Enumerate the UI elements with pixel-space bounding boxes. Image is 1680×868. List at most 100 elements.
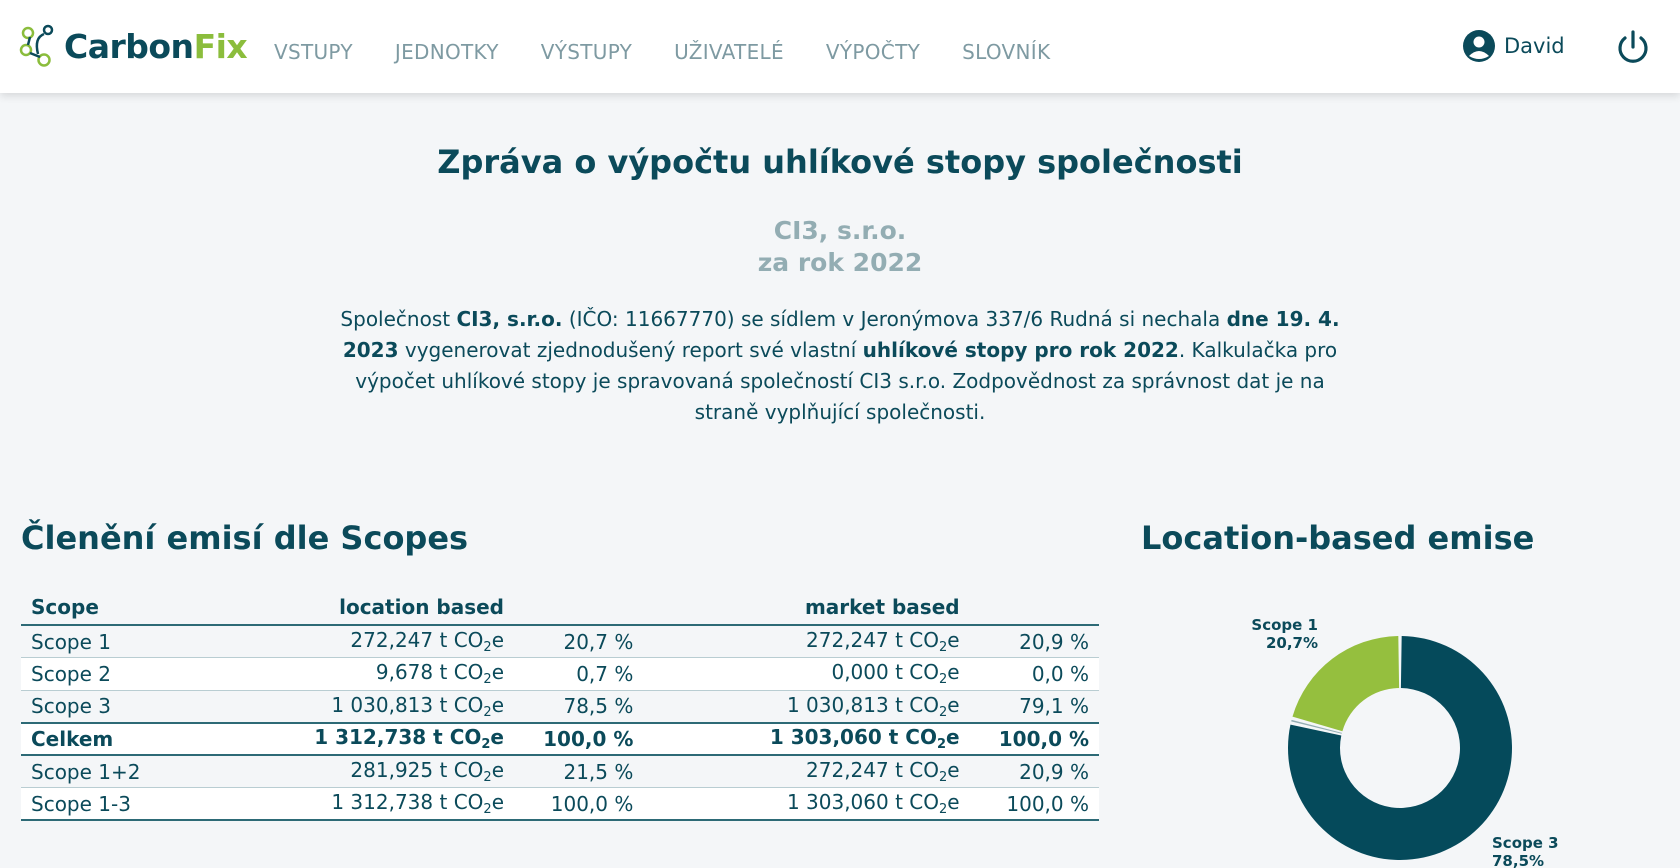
cell-location-value-value: 281,925 (350, 758, 434, 782)
brand-name: CarbonFix (64, 26, 248, 66)
cell-location-value: 281,925 t CO2e (199, 755, 514, 788)
unit-prefix: t CO (433, 660, 484, 685)
unit-suffix: e (947, 758, 960, 782)
table-row: Scope 2 9,678 t CO2e 0,7 % 0,000 t CO2e 0,0 … (21, 657, 1099, 691)
cell-market-value: 272,247 t CO2e (643, 625, 970, 658)
location-based-donut-chart: Scope 120,7% Scope 378,5% (1251, 616, 1559, 868)
unit-subscript: 2 (483, 672, 492, 688)
table-row: Scope 31 030,813 t CO2e 78,5 % 1 030,813 t… (21, 690, 1099, 723)
main-nav: VSTUPY JEDNOTKY VÝSTUPY UŽIVATELÉ VÝPOČT… (274, 40, 1092, 64)
scopes-section-title: Členění emisí dle Scopes (21, 519, 469, 557)
cell-market-value: 0,000 t CO2e (643, 657, 970, 691)
table-row: Scope 1 272,247 t CO2e 20,7 % 272,247 t CO2… (21, 625, 1099, 658)
unit-suffix: e (491, 790, 504, 814)
intro-footprint: uhlíkové stopy pro rok 2022 (862, 338, 1179, 362)
cell-location-percent: 100,0 % (514, 721, 644, 756)
column-header-scope: Scope (21, 590, 200, 626)
cell-market-value: 1 303,060 t CO2e (643, 787, 970, 821)
cell-location-value: 1 312,738 t CO2e (199, 787, 514, 821)
cell-market-percent-value: 100,0 % (1006, 791, 1089, 816)
nav-item-jednotky[interactable]: JEDNOTKY (395, 40, 499, 64)
cell-market-percent: 79,1 % (969, 690, 1099, 723)
report-title: Zpráva o výpočtu uhlíkové stopy společno… (437, 143, 1243, 181)
carbonfix-logo-icon (19, 24, 54, 67)
table-row: Celkem 1 312,738 t CO2e 100,0 % 1 303,060 t… (21, 721, 1099, 756)
unit-prefix: t CO (433, 692, 484, 717)
unit-suffix: e (947, 660, 960, 685)
unit-suffix: e (947, 628, 960, 652)
nav-item-slovnik[interactable]: SLOVNÍK (962, 40, 1050, 64)
nav-item-vystupy[interactable]: VÝSTUPY (541, 40, 632, 64)
user-name: David (1504, 34, 1565, 58)
cell-market-value: 272,247 t CO2e (643, 755, 970, 788)
unit-subscript: 2 (483, 770, 492, 785)
column-header-location-pct (514, 590, 644, 626)
unit-prefix: t CO (433, 758, 484, 782)
unit-prefix: t CO (888, 790, 939, 814)
cell-location-value-value: 272,247 (350, 628, 434, 652)
chart-section-title: Location-based emise (1141, 519, 1535, 557)
cell-scope: Scope 1 (21, 625, 200, 658)
cell-location-percent: 20,7 % (514, 625, 644, 658)
cell-market-percent: 100,0 % (969, 787, 1099, 821)
cell-market-value-value: 1 030,813 (786, 692, 889, 717)
cell-market-value-value: 1 303,060 (769, 725, 882, 750)
cell-location-value: 272,247 t CO2e (199, 625, 514, 658)
user-menu[interactable]: David (1462, 29, 1565, 63)
unit-subscript: 2 (483, 802, 492, 817)
cell-market-value-value: 272,247 (806, 758, 889, 782)
cell-scope-value: Scope 1 (31, 629, 112, 654)
unit-suffix: e (491, 660, 504, 685)
nav-item-vstupy[interactable]: VSTUPY (274, 40, 353, 64)
unit-prefix: t CO (888, 628, 939, 652)
cell-scope-value: Scope 2 (31, 661, 112, 686)
brand-logo-link[interactable]: CarbonFix (18, 24, 248, 68)
cell-location-value-value: 1 030,813 (331, 692, 434, 717)
unit-suffix: e (491, 758, 504, 782)
cell-location-percent: 21,5 % (514, 755, 644, 788)
cell-scope: Scope 1+2 (21, 755, 200, 788)
report-year: za rok 2022 (757, 248, 923, 277)
table-row: Scope 1+2 281,925 t CO2e 21,5 % 272,247 t C… (21, 755, 1099, 788)
cell-location-percent-value: 21,5 % (563, 759, 634, 784)
cell-market-percent-value: 20,9 % (1019, 629, 1089, 654)
cell-market-percent-value: 79,1 % (1019, 694, 1089, 718)
cell-market-value-value: 272,247 (806, 628, 889, 652)
cell-location-value: 1 030,813 t CO2e (199, 690, 514, 723)
unit-prefix: t CO (888, 660, 939, 685)
cell-market-percent: 0,0 % (969, 657, 1099, 691)
logout-power-icon[interactable] (1614, 29, 1652, 67)
cell-location-value: 1 312,738 t CO2e (199, 721, 514, 756)
intro-part-3: vygenerovat zjednodušený report své vlas… (398, 338, 863, 362)
unit-suffix: e (490, 725, 504, 750)
cell-scope: Scope 1-3 (21, 787, 200, 821)
cell-scope: Scope 3 (21, 690, 200, 723)
chart-label-name: Scope 1 (1251, 616, 1318, 634)
cell-market-percent: 100,0 % (969, 721, 1099, 756)
cell-market-value: 1 030,813 t CO2e (643, 690, 970, 723)
brand-name-fix: Fix (193, 26, 248, 66)
chart-label-value: 78,5% (1492, 852, 1544, 868)
report-intro-text: Společnost CI3, s.r.o. (IČO: 11667770) s… (340, 304, 1340, 428)
nav-item-uzivatele[interactable]: UŽIVATELÉ (674, 40, 784, 64)
top-navigation-bar: CarbonFix VSTUPY JEDNOTKY VÝSTUPY UŽIVAT… (0, 0, 1680, 93)
table-row: Scope 1-3 1 312,738 t CO2e 100,0 % 1 303,06… (21, 787, 1099, 821)
cell-scope-value: Scope 1+2 (31, 759, 141, 784)
brand-name-carbon: Carbon (64, 26, 194, 66)
chart-label-name: Scope 3 (1492, 834, 1559, 852)
nav-item-vypocty[interactable]: VÝPOČTY (826, 40, 920, 64)
cell-location-value-value: 1 312,738 (331, 790, 434, 814)
unit-prefix: t CO (888, 692, 939, 717)
user-account-icon (1463, 30, 1495, 62)
cell-market-percent: 20,9 % (969, 625, 1099, 658)
scopes-table: Scope location based market based Scope … (21, 590, 1099, 821)
unit-prefix: t CO (888, 758, 939, 782)
cell-scope: Celkem (21, 721, 200, 756)
cell-market-percent-value: 100,0 % (998, 726, 1089, 751)
intro-part-2: (IČO: 11667770) se sídlem v Jeronýmova 3… (562, 307, 1227, 331)
cell-location-percent-value: 20,7 % (563, 629, 634, 654)
column-header-market-pct (969, 590, 1099, 626)
cell-market-value: 1 303,060 t CO2e (643, 721, 970, 756)
cell-market-percent-value: 20,9 % (1019, 759, 1089, 784)
cell-market-percent: 20,9 % (969, 755, 1099, 788)
